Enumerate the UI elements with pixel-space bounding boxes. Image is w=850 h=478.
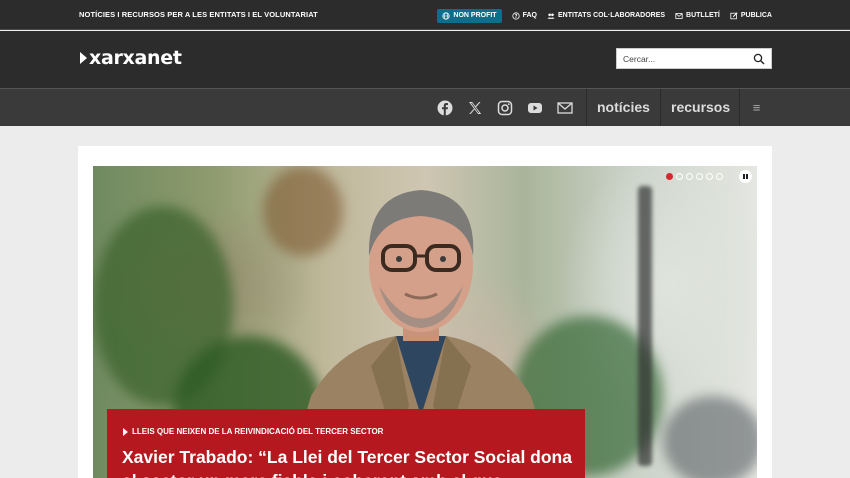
top-links: NON PROFIT ? FAQ ENTITATS COL·LABORADORE… xyxy=(437,7,772,24)
x-icon[interactable] xyxy=(467,100,483,116)
slider-dot-2[interactable] xyxy=(676,173,683,180)
faq-label: FAQ xyxy=(522,12,537,19)
site-tagline: NOTÍCIES I RECURSOS PER A LES ENTITATS I… xyxy=(79,10,318,19)
newsletter-label: BUTLLETÍ xyxy=(686,12,720,19)
hamburger-menu-icon[interactable]: ≡ xyxy=(739,89,773,126)
kicker-text: LLEIS QUE NEIXEN DE LA REIVINDICACIÓ DEL… xyxy=(132,427,384,436)
slider-dot-1[interactable] xyxy=(666,173,673,180)
site-logo[interactable]: xarxanet xyxy=(80,47,182,69)
svg-text:?: ? xyxy=(514,13,517,19)
faq-link[interactable]: ? FAQ xyxy=(511,11,537,20)
nav-noticies[interactable]: notícies xyxy=(586,89,660,126)
nonprofit-link[interactable]: NON PROFIT xyxy=(437,8,502,23)
pause-icon[interactable] xyxy=(739,170,752,183)
facebook-icon[interactable] xyxy=(437,100,453,116)
search-box xyxy=(616,48,772,69)
logo-text: xarxanet xyxy=(89,47,182,69)
publish-label: PUBLICA xyxy=(740,12,772,19)
slider-dot-3[interactable] xyxy=(686,173,693,180)
slider-dot-5[interactable] xyxy=(706,173,713,180)
collaborators-label: ENTITATS COL·LABORADORES xyxy=(557,12,666,19)
slider-dots xyxy=(666,173,723,180)
mail-icon[interactable] xyxy=(557,100,573,116)
top-utility-bar: NOTÍCIES I RECURSOS PER A LES ENTITATS I… xyxy=(0,0,850,30)
logo-arrow-icon xyxy=(80,52,87,64)
article-headline[interactable]: Xavier Trabado: “La Llei del Tercer Sect… xyxy=(122,445,582,478)
edit-icon xyxy=(730,11,738,19)
publish-link[interactable]: PUBLICA xyxy=(730,11,772,20)
search-icon[interactable] xyxy=(753,53,765,65)
youtube-icon[interactable] xyxy=(527,100,543,116)
newsletter-link[interactable]: BUTLLETÍ xyxy=(675,12,720,20)
nav-recursos[interactable]: recursos xyxy=(660,89,740,126)
kicker-arrow-icon xyxy=(123,427,128,436)
envelope-icon xyxy=(675,12,683,19)
background-bikes xyxy=(663,396,757,478)
slider-dot-4[interactable] xyxy=(696,173,703,180)
collaborators-link[interactable]: ENTITATS COL·LABORADORES xyxy=(547,12,665,20)
background-pole xyxy=(638,186,652,466)
instagram-icon[interactable] xyxy=(497,100,513,116)
social-links xyxy=(437,100,573,116)
users-icon xyxy=(547,13,555,19)
question-icon: ? xyxy=(511,11,520,19)
slider-dot-6[interactable] xyxy=(716,173,723,180)
search-input[interactable] xyxy=(617,53,747,64)
main-nav: notícies recursos ≡ xyxy=(0,88,850,126)
nonprofit-label: NON PROFIT xyxy=(453,12,497,19)
globe-icon xyxy=(442,11,451,20)
article-kicker: LLEIS QUE NEIXEN DE LA REIVINDICACIÓ DEL… xyxy=(123,427,383,436)
